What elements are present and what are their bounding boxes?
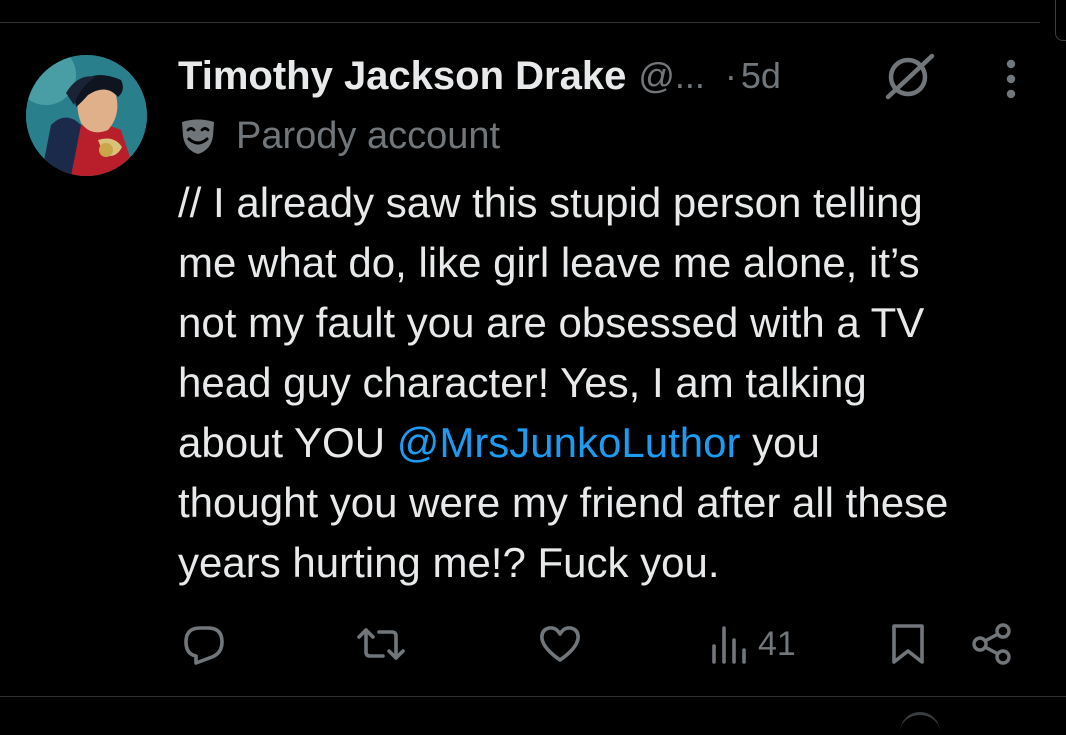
- parody-badge: Parody account: [178, 112, 500, 160]
- reply-icon: [184, 626, 224, 665]
- parody-label: Parody account: [236, 114, 501, 157]
- user-handle[interactable]: @...: [638, 55, 705, 97]
- bookmark-icon: [892, 624, 924, 664]
- tweet-line: thought you were my friend after all the…: [178, 479, 949, 526]
- retweet-icon: [357, 628, 405, 660]
- tweet-line: years hurting me!? Fuck you.: [178, 539, 720, 586]
- tweet-line: you: [740, 419, 820, 466]
- tweet-line: // I already saw this stupid person tell…: [178, 179, 923, 226]
- views-icon: [712, 626, 746, 664]
- bookmark-button[interactable]: [890, 620, 926, 668]
- views-button[interactable]: 41: [710, 620, 796, 668]
- share-button[interactable]: [970, 620, 1014, 668]
- tweet-text: // I already saw this stupid person tell…: [178, 173, 1048, 593]
- like-icon: [540, 626, 580, 662]
- tweet-header: Timothy Jackson Drake @... · 5d: [178, 50, 781, 102]
- tweet-line: not my fault you are obsessed with a TV: [178, 299, 925, 346]
- mention-link[interactable]: @MrsJunkoLuthor: [397, 419, 741, 466]
- more-icon[interactable]: [998, 58, 1024, 102]
- like-button[interactable]: [538, 620, 582, 668]
- views-count: 41: [758, 624, 796, 663]
- bottom-divider: [0, 696, 1066, 697]
- avatar-image: [26, 55, 147, 176]
- display-name[interactable]: Timothy Jackson Drake: [178, 54, 626, 99]
- tweet-line: me what do, like girl leave me alone, it…: [178, 239, 920, 286]
- share-icon: [972, 623, 1011, 665]
- scroll-edge: [1055, 0, 1066, 41]
- separator-dot: ·: [724, 55, 737, 96]
- avatar[interactable]: [26, 55, 147, 176]
- timestamp[interactable]: 5d: [741, 55, 781, 97]
- next-item-edge: [900, 712, 940, 735]
- tweet-line: about YOU: [178, 419, 397, 466]
- reply-button[interactable]: [182, 620, 226, 668]
- grok-icon[interactable]: [882, 52, 938, 100]
- retweet-button[interactable]: [357, 620, 405, 668]
- top-divider: [0, 22, 1040, 23]
- parody-mask-icon: [178, 116, 218, 156]
- tweet-line: head guy character! Yes, I am talking: [178, 359, 867, 406]
